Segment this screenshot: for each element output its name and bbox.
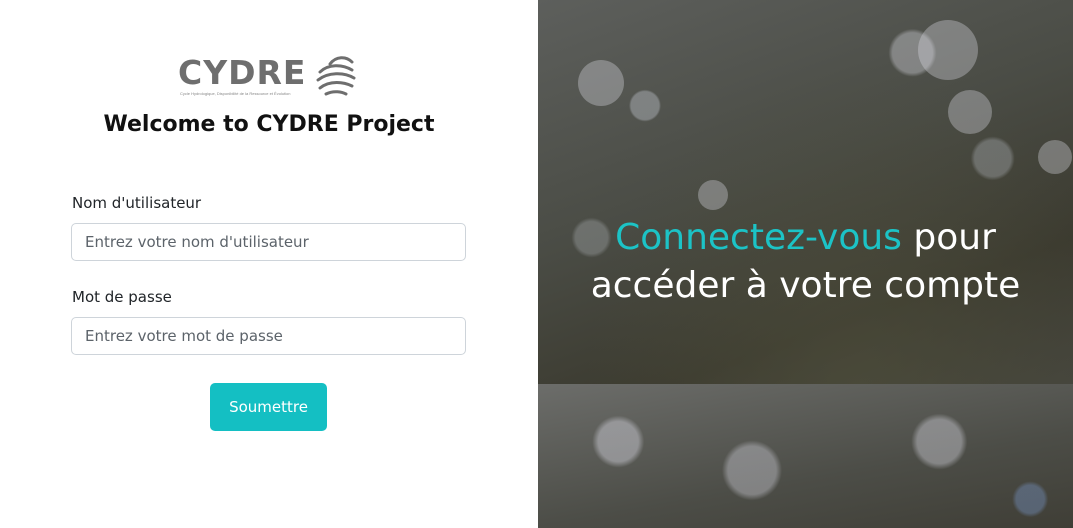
hero-heading: Connectez-vous pour accéder à votre comp… <box>538 214 1073 310</box>
logo-text: CYDRE <box>178 53 307 92</box>
cydre-logo: CYDRE Cycle Hydrologique, Disponibilité … <box>178 52 360 100</box>
password-input[interactable] <box>71 317 466 355</box>
password-label: Mot de passe <box>72 288 172 306</box>
hero-accent-text: Connectez-vous <box>615 217 902 258</box>
username-input[interactable] <box>71 223 466 261</box>
hero-text-line1: pour <box>901 217 996 258</box>
username-label: Nom d'utilisateur <box>72 194 202 212</box>
submit-button[interactable]: Soumettre <box>210 383 327 431</box>
wave-lines-icon <box>316 56 356 96</box>
hero-text-line2: accéder à votre compte <box>590 265 1021 306</box>
page-title: Welcome to CYDRE Project <box>103 112 435 137</box>
logo-tagline: Cycle Hydrologique, Disponibilité de la … <box>180 91 291 96</box>
login-panel: CYDRE Cycle Hydrologique, Disponibilité … <box>0 0 538 528</box>
hero-panel: Connectez-vous pour accéder à votre comp… <box>538 0 1073 528</box>
hero-background-band <box>538 384 1073 528</box>
